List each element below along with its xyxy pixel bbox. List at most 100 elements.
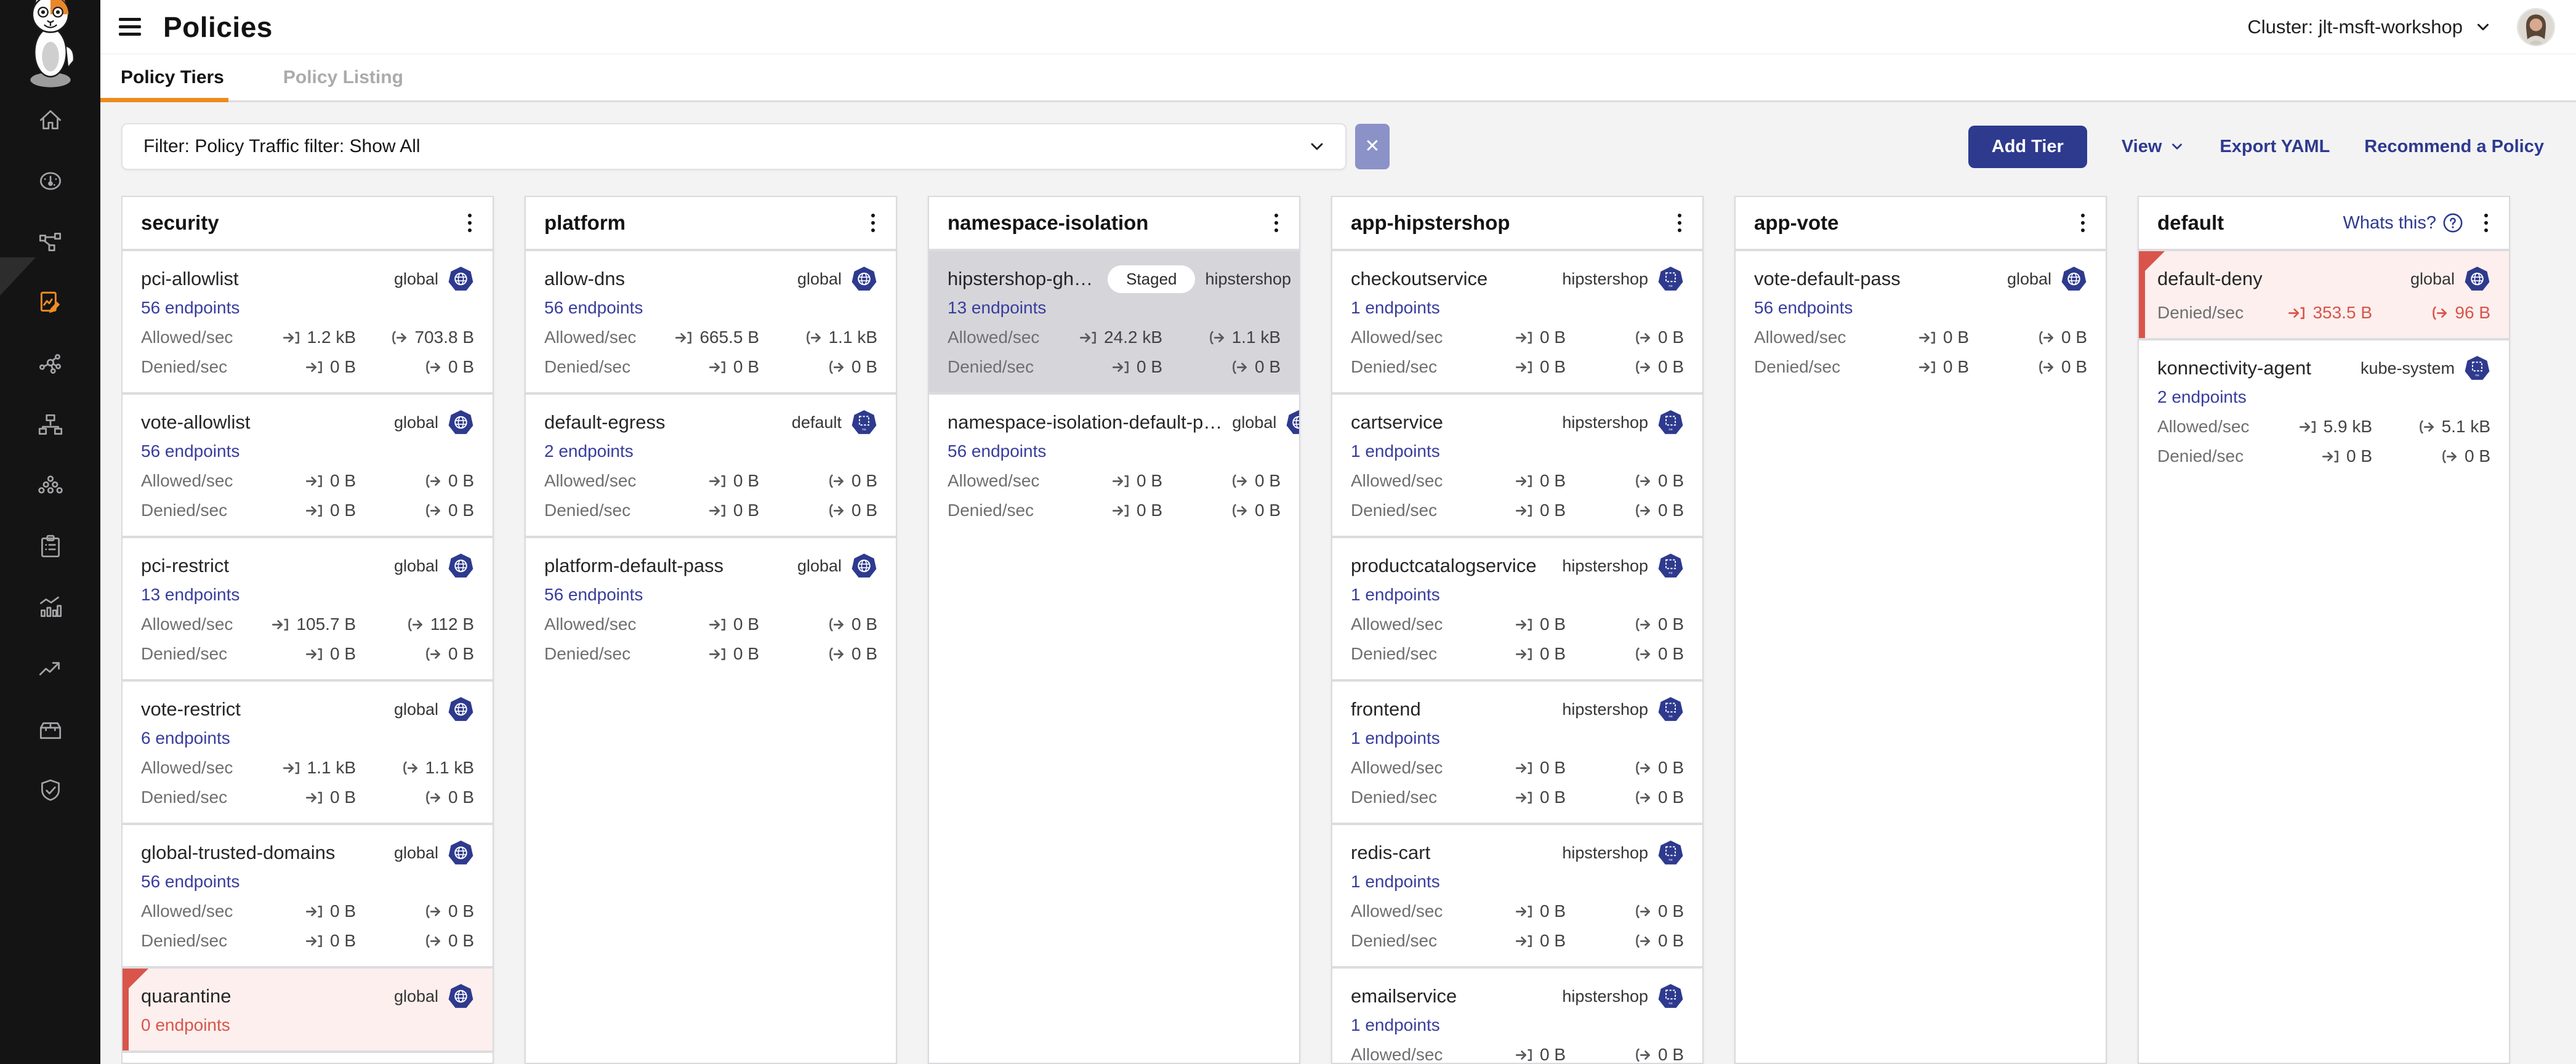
denied-row: Denied/sec0 B0 B [141,644,474,664]
policy-card[interactable]: pci-restrictglobal13 endpointsAllowed/se… [123,536,493,679]
endpoints-link[interactable]: 1 endpoints [1351,872,1440,892]
policy-card[interactable]: platform-default-passglobal56 endpointsA… [526,536,896,679]
policy-card[interactable]: default-egressdefaultns2 endpointsAllowe… [526,392,896,536]
denied-ingress-value: 0 B [235,644,356,664]
kebab-menu-icon[interactable] [462,210,478,236]
policy-card[interactable]: konnectivity-agentkube-systemns2 endpoin… [2139,338,2509,482]
sidebar-item-dashboard[interactable] [36,167,65,195]
cluster-selector[interactable]: Cluster: jlt-msft-workshop [2247,16,2492,38]
policy-card[interactable]: frontendhipstershopns1 endpointsAllowed/… [1332,679,1702,823]
denied-row: Denied/sec0 B0 B [1754,357,2087,377]
endpoints-link[interactable]: 6 endpoints [141,728,230,748]
sidebar-item-trends[interactable] [36,655,65,683]
policy-card[interactable]: cartservicehipstershopns1 endpointsAllow… [1332,392,1702,536]
whats-this-link[interactable]: Whats this? [2343,212,2464,233]
ingress-icon [1918,328,1937,347]
chevron-down-icon [1307,137,1327,156]
endpoints-link[interactable]: 13 endpoints [948,298,1046,318]
policy-card[interactable]: productcatalogservicehipstershopns1 endp… [1332,536,1702,679]
egress-icon [423,932,442,951]
policy-card[interactable]: hipstershop-gh…Stagedhipstershopns13 end… [929,249,1299,392]
endpoints-link[interactable]: 1 endpoints [1351,298,1440,318]
allowed-egress-value: 0 B [377,471,474,491]
endpoints-link[interactable]: 1 endpoints [1351,728,1440,748]
policy-name: redis-cart [1351,842,1430,864]
policy-card[interactable]: default-denyglobalDenied/sec353.5 B96 B [2139,249,2509,338]
allowed-label: Allowed/sec [1351,328,1443,347]
policy-card[interactable]: pci-allowlistglobal56 endpointsAllowed/s… [123,249,493,392]
allowed-ingress-value: 0 B [1848,328,1969,347]
allowed-ingress-value: 24.2 kB [1042,328,1162,347]
sidebar-item-statistics[interactable] [36,594,65,622]
endpoints-link[interactable]: 56 endpoints [544,298,643,318]
sidebar-item-networking[interactable] [36,411,65,439]
allowed-row: Allowed/sec665.5 B1.1 kB [544,328,877,347]
policy-card[interactable]: checkoutservicehipstershopns1 endpointsA… [1332,249,1702,392]
kebab-menu-icon[interactable] [2075,210,2091,236]
ingress-icon [1515,759,1534,778]
endpoints-link[interactable]: 13 endpoints [141,585,239,605]
endpoints-link[interactable]: 0 endpoints [141,1015,230,1035]
endpoints-link[interactable]: 56 endpoints [1754,298,1853,318]
denied-ingress-value: 0 B [1445,788,1566,807]
hamburger-menu-icon[interactable] [115,14,145,39]
kebab-menu-icon[interactable] [865,210,881,236]
endpoints-link[interactable]: 56 endpoints [141,298,239,318]
kebab-menu-icon[interactable] [2478,210,2494,236]
global-scope-icon [448,409,474,436]
kebab-menu-icon[interactable] [1672,210,1688,236]
denied-label: Denied/sec [948,357,1034,377]
denied-row: Denied/sec0 B0 B [544,357,877,377]
allowed-row: Allowed/sec0 B0 B [1351,471,1684,491]
policy-card[interactable]: allow-dnsglobal56 endpointsAllowed/sec66… [526,249,896,392]
policy-card[interactable]: namespace-isolation-default-p…global56 e… [929,392,1299,536]
endpoints-link[interactable]: 56 endpoints [948,441,1046,461]
policy-name: allow-dns [544,268,625,290]
ingress-icon [1111,501,1130,520]
sidebar-item-service-graph[interactable] [36,228,65,256]
allowed-egress-value: 0 B [1587,1045,1684,1064]
policy-traffic-filter-select[interactable]: Filter: Policy Traffic filter: Show All [121,123,1346,170]
denied-egress-value: 96 B [2393,303,2490,323]
kebab-menu-icon[interactable] [1268,210,1284,236]
cluster-label: Cluster: jlt-msft-workshop [2247,16,2463,38]
policy-card[interactable]: emailservicehipstershopns1 endpointsAllo… [1332,966,1702,1064]
endpoints-link[interactable]: 2 endpoints [544,441,634,461]
policy-card[interactable]: redis-carthipstershopns1 endpointsAllowe… [1332,823,1702,966]
policy-card[interactable]: quarantineglobal0 endpoints [123,966,493,1050]
ingress-icon [1111,472,1130,491]
denied-ingress-value: 0 B [235,357,356,377]
allowed-egress-value: 1.1 kB [780,328,877,347]
endpoints-link[interactable]: 2 endpoints [2157,387,2247,407]
recommend-policy-button[interactable]: Recommend a Policy [2364,137,2544,157]
endpoints-link[interactable]: 56 endpoints [141,441,239,461]
endpoints-link[interactable]: 1 endpoints [1351,1015,1440,1035]
filter-clear-button[interactable]: ✕ [1355,124,1390,169]
endpoints-link[interactable]: 56 endpoints [544,585,643,605]
global-scope-icon [1286,409,1300,436]
sidebar-item-clusters[interactable] [36,472,65,500]
calico-cat-logo[interactable] [17,4,84,71]
sidebar-item-policies[interactable] [36,289,65,317]
endpoints-link[interactable]: 1 endpoints [1351,585,1440,605]
policy-card[interactable]: vote-default-passglobal56 endpointsAllow… [1736,249,2106,392]
policy-card[interactable]: global-trusted-domainsglobal56 endpoints… [123,823,493,966]
user-avatar[interactable] [2517,8,2555,46]
sidebar-item-packages[interactable] [36,715,65,744]
sidebar-item-home[interactable] [36,106,65,134]
policy-card[interactable]: vote-allowlistglobal56 endpointsAllowed/… [123,392,493,536]
view-menu-button[interactable]: View [2122,137,2186,157]
export-yaml-button[interactable]: Export YAML [2220,137,2330,157]
policy-card[interactable]: vote-restrictglobal6 endpointsAllowed/se… [123,679,493,823]
sidebar-item-threat-defense[interactable] [36,776,65,805]
endpoints-link[interactable]: 56 endpoints [141,872,239,892]
tab-policy-tiers[interactable]: Policy Tiers [121,67,224,88]
tab-policy-listing[interactable]: Policy Listing [283,67,403,88]
sidebar-item-flow-visualizations[interactable] [36,350,65,378]
policy-scope-label: hipstershop [1562,987,1648,1006]
sidebar-item-compliance-reports[interactable] [36,533,65,561]
policy-scope-label: global [797,557,842,576]
add-tier-button[interactable]: Add Tier [1968,126,2087,168]
policy-card[interactable]: security-default-passglobal [123,1050,493,1064]
endpoints-link[interactable]: 1 endpoints [1351,441,1440,461]
